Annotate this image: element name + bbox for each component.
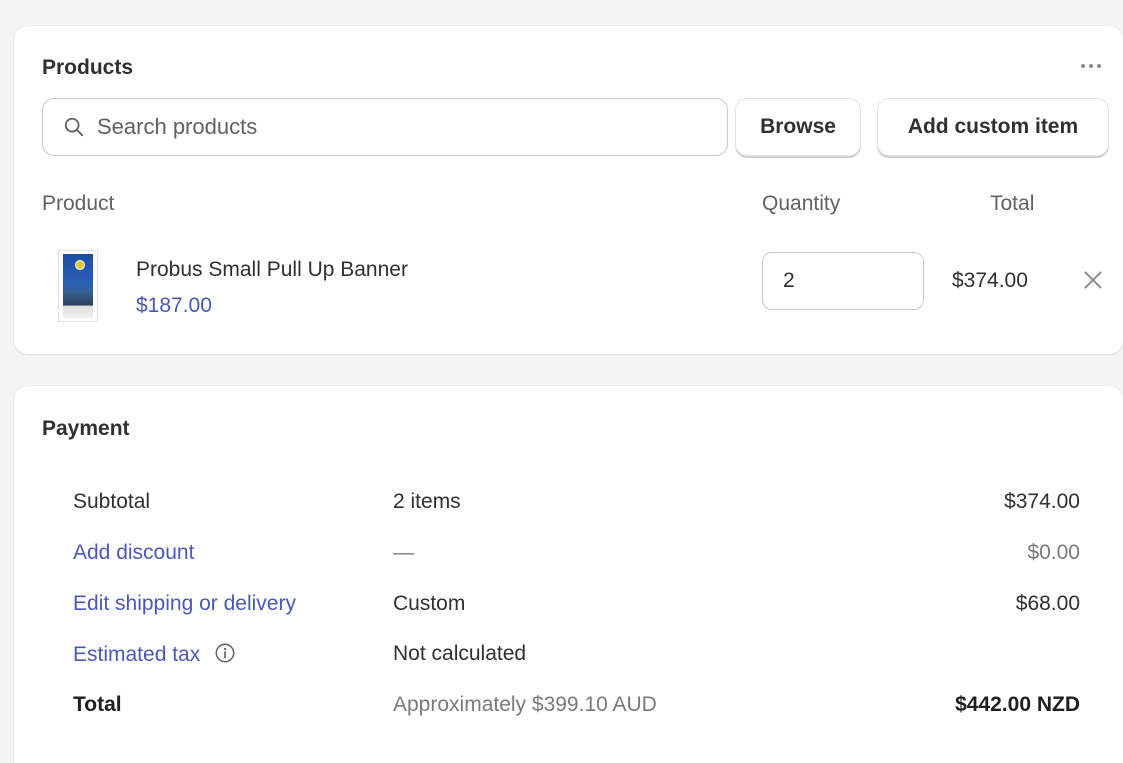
estimated-tax-link[interactable]: Estimated tax	[73, 643, 200, 666]
product-unit-price: $187.00	[136, 294, 212, 317]
subtotal-label: Subtotal	[73, 490, 151, 513]
subtotal-item-count: 2 items	[393, 490, 461, 513]
browse-button[interactable]: Browse	[735, 98, 861, 156]
more-horizontal-icon	[1081, 64, 1085, 68]
column-header-quantity: Quantity	[762, 192, 841, 215]
subtotal-row: Subtotal 2 items $374.00	[14, 490, 1123, 520]
discount-description: —	[393, 541, 414, 564]
tax-status: Not calculated	[393, 642, 527, 665]
shipping-amount: $68.00	[1015, 592, 1080, 615]
more-actions-button[interactable]	[1073, 52, 1109, 80]
column-header-product: Product	[42, 192, 115, 215]
products-card: Products Browse Add custom item Product …	[14, 26, 1123, 354]
products-title: Products	[42, 56, 134, 79]
add-custom-item-button[interactable]: Add custom item	[877, 98, 1109, 156]
info-icon[interactable]	[214, 642, 236, 664]
product-name: Probus Small Pull Up Banner	[136, 258, 408, 281]
payment-card: Payment Subtotal 2 items $374.00 Add dis…	[14, 386, 1123, 763]
search-products-field[interactable]	[42, 98, 728, 156]
payment-title: Payment	[42, 417, 130, 440]
subtotal-amount: $374.00	[1004, 490, 1080, 513]
discount-row: Add discount — $0.00	[14, 541, 1123, 571]
total-conversion: Approximately $399.10 AUD	[393, 693, 657, 716]
column-header-total: Total	[990, 192, 1035, 215]
add-discount-link[interactable]: Add discount	[73, 541, 194, 565]
total-label: Total	[73, 693, 122, 716]
shipping-row: Edit shipping or delivery Custom $68.00	[14, 592, 1123, 622]
shipping-method: Custom	[393, 592, 466, 615]
search-icon	[64, 117, 84, 137]
quantity-field[interactable]: 2	[762, 252, 924, 310]
search-products-input[interactable]	[97, 114, 657, 140]
total-amount: $442.00 NZD	[955, 693, 1080, 716]
tax-row: Estimated tax Not calculated	[14, 642, 1123, 672]
edit-shipping-link[interactable]: Edit shipping or delivery	[73, 592, 296, 616]
close-icon[interactable]	[1080, 267, 1106, 293]
line-total: $374.00	[952, 269, 1028, 292]
product-thumbnail	[58, 250, 98, 322]
total-row: Total Approximately $399.10 AUD $442.00 …	[14, 693, 1123, 723]
discount-amount: $0.00	[1027, 541, 1080, 564]
